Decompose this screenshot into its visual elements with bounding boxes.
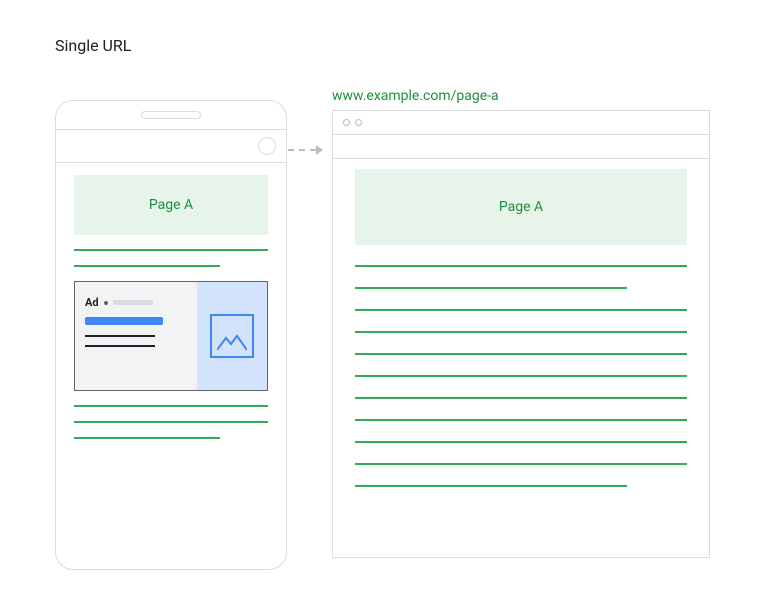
desktop-wireframe: Page A	[332, 110, 710, 558]
ad-domain-placeholder	[113, 300, 153, 305]
text-line	[355, 353, 687, 355]
mobile-wireframe: Page A Ad	[55, 100, 287, 570]
text-line	[355, 309, 687, 311]
text-line	[355, 441, 687, 443]
ad-label: Ad	[85, 296, 99, 309]
text-line	[74, 405, 268, 407]
text-line	[355, 331, 687, 333]
text-line	[355, 463, 687, 465]
dot-icon	[104, 301, 108, 305]
text-line	[355, 485, 627, 487]
window-control-icon	[355, 119, 362, 126]
text-line	[74, 265, 220, 267]
camera-icon	[258, 137, 276, 155]
text-line	[355, 375, 687, 377]
browser-header	[333, 111, 709, 135]
desktop-page-title: Page A	[355, 169, 687, 245]
text-line	[355, 287, 627, 289]
text-line	[74, 249, 268, 251]
phone-notch-icon	[141, 111, 201, 119]
arrow-icon	[288, 144, 328, 156]
ad-card: Ad	[74, 281, 268, 391]
ad-text-line	[85, 345, 155, 347]
text-line	[355, 419, 687, 421]
window-control-icon	[343, 119, 350, 126]
url-label: www.example.com/page-a	[332, 88, 499, 104]
text-line	[74, 421, 268, 423]
text-line	[355, 265, 687, 267]
browser-toolbar	[333, 135, 709, 159]
text-line	[74, 437, 220, 439]
image-icon	[210, 314, 254, 358]
ad-text-line	[85, 335, 155, 337]
phone-statusbar	[56, 129, 286, 163]
diagram-title: Single URL	[55, 36, 131, 55]
ad-headline-placeholder	[85, 317, 163, 325]
mobile-page-title: Page A	[74, 175, 268, 235]
text-line	[355, 397, 687, 399]
ad-image-block	[197, 282, 267, 390]
